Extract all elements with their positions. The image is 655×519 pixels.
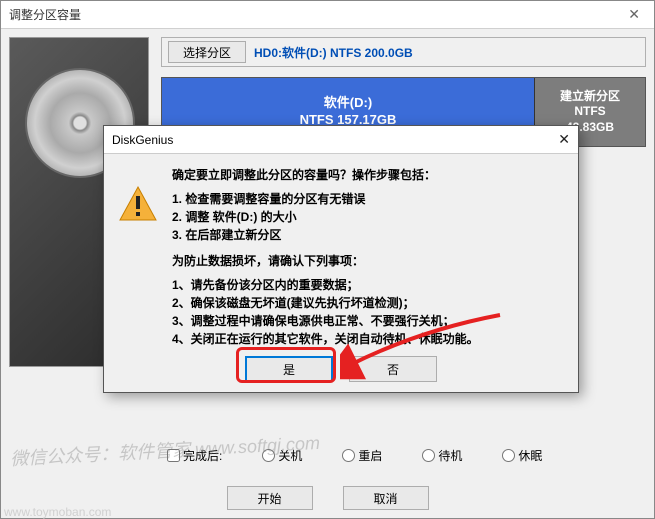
dialog-question: 确定要立即调整此分区的容量吗？操作步骤包括： (172, 166, 564, 184)
dialog-warn2: 2、确保该磁盘无坏道(建议先执行坏道检测)； (172, 294, 564, 312)
disk-selector-row: 选择分区 HD0:软件(D:) NTFS 200.0GB (161, 37, 646, 67)
radio-shutdown[interactable]: 关机 (262, 447, 302, 464)
main-title: 调整分区容量 (9, 6, 81, 23)
select-partition-button[interactable]: 选择分区 (168, 41, 246, 63)
dialog-button-row: 是 否 (104, 356, 578, 382)
after-complete-label: 完成后: (183, 447, 222, 464)
after-complete-row: 完成后: 关机 重启 待机 休眠 (151, 442, 646, 468)
radio-hibernate[interactable]: 休眠 (502, 447, 542, 464)
main-titlebar: 调整分区容量 ✕ (1, 1, 654, 29)
dialog-warn3: 3、调整过程中请确保电源供电正常、不要强行关机； (172, 312, 564, 330)
radio-standby-input[interactable] (422, 449, 435, 462)
yes-button[interactable]: 是 (245, 356, 333, 382)
dialog-warn4: 4、关闭正在运行的其它软件，关闭自动待机、休眠功能。 (172, 330, 564, 348)
warning-triangle-icon (118, 184, 158, 224)
radio-reboot[interactable]: 重启 (342, 447, 382, 464)
partition-new-name: 建立新分区 (560, 89, 620, 105)
radio-standby-label: 待机 (438, 447, 462, 464)
partition-main-name: 软件(D:) (324, 95, 372, 112)
after-complete-checkbox[interactable]: 完成后: (167, 447, 222, 464)
radio-reboot-input[interactable] (342, 449, 355, 462)
radio-shutdown-input[interactable] (262, 449, 275, 462)
start-button[interactable]: 开始 (227, 486, 313, 510)
dialog-warn1: 1、请先备份该分区内的重要数据； (172, 276, 564, 294)
dialog-body: 确定要立即调整此分区的容量吗？操作步骤包括： 1. 检查需要调整容量的分区有无错… (104, 154, 578, 348)
dialog-text: 确定要立即调整此分区的容量吗？操作步骤包括： 1. 检查需要调整容量的分区有无错… (172, 166, 564, 348)
dialog-warn-head: 为防止数据损坏，请确认下列事项： (172, 252, 564, 270)
partition-new-fs: NTFS (574, 104, 605, 120)
confirm-dialog: DiskGenius ✕ 确定要立即调整此分区的容量吗？操作步骤包括： 1. 检… (103, 125, 579, 393)
main-close-icon[interactable]: ✕ (622, 6, 646, 23)
dialog-titlebar: DiskGenius ✕ (104, 126, 578, 154)
radio-reboot-label: 重启 (358, 447, 382, 464)
cancel-button[interactable]: 取消 (343, 486, 429, 510)
after-complete-check[interactable] (167, 449, 180, 462)
dialog-close-icon[interactable]: ✕ (558, 131, 570, 148)
selected-disk-label: HD0:软件(D:) NTFS 200.0GB (254, 44, 413, 61)
radio-hibernate-label: 休眠 (518, 447, 542, 464)
no-button[interactable]: 否 (349, 356, 437, 382)
bottom-button-row: 开始 取消 (1, 486, 654, 510)
dialog-step2: 2. 调整 软件(D:) 的大小 (172, 208, 564, 226)
dialog-step3: 3. 在后部建立新分区 (172, 226, 564, 244)
dialog-title-text: DiskGenius (112, 133, 173, 147)
dialog-step1: 1. 检查需要调整容量的分区有无错误 (172, 190, 564, 208)
radio-standby[interactable]: 待机 (422, 447, 462, 464)
radio-hibernate-input[interactable] (502, 449, 515, 462)
radio-shutdown-label: 关机 (278, 447, 302, 464)
